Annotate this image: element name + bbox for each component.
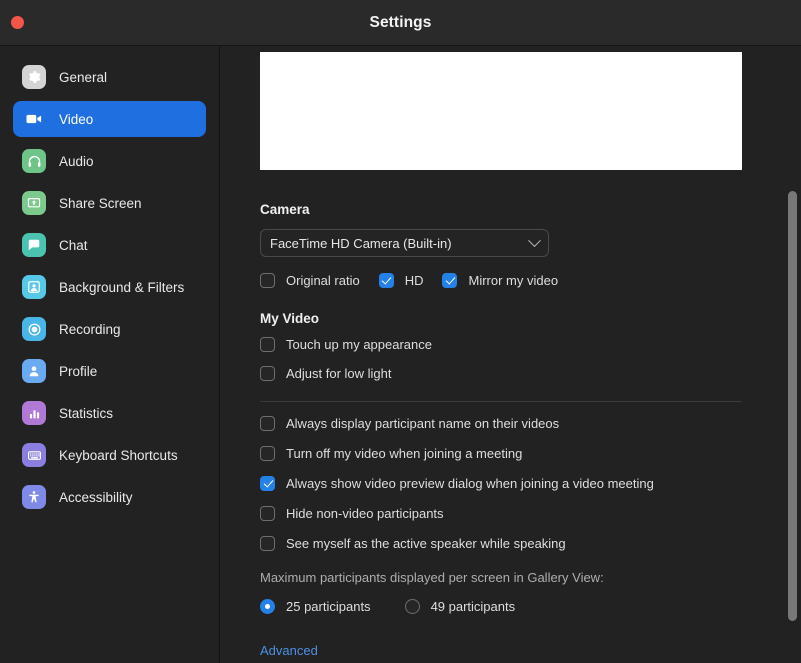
sidebar-item-label: Chat [59, 237, 88, 253]
record-icon [22, 317, 46, 341]
page-title: Settings [369, 13, 432, 31]
sidebar-item-chat[interactable]: Chat [13, 227, 206, 263]
sidebar-item-background-filters[interactable]: Background & Filters [13, 269, 206, 305]
my-video-option-checkbox[interactable]: Adjust for low light [260, 362, 801, 384]
radio-label: 49 participants [430, 598, 516, 614]
meeting-option-checkbox[interactable]: Turn off my video when joining a meeting [260, 442, 801, 464]
close-button[interactable] [11, 16, 24, 29]
gallery-participants-radio[interactable]: 49 participants [404, 595, 516, 617]
gallery-participants-radio-group: 25 participants 49 participants [260, 595, 801, 617]
gear-icon [22, 65, 46, 89]
sidebar-item-label: Background & Filters [59, 279, 185, 295]
settings-content-pane: Camera FaceTime HD Camera (Built-in) Ori… [220, 46, 801, 663]
camera-option-checkbox[interactable]: HD [378, 269, 424, 291]
checkbox-checked-icon[interactable] [442, 272, 458, 288]
sidebar-item-general[interactable]: General [13, 59, 206, 95]
background-filter-icon [22, 275, 46, 299]
checkbox-unchecked-icon[interactable] [260, 365, 275, 381]
sidebar-item-label: Keyboard Shortcuts [59, 447, 178, 463]
accessibility-icon [22, 485, 46, 509]
checkbox-checked-icon[interactable] [378, 272, 394, 288]
checkbox-label: Original ratio [286, 272, 360, 288]
checkbox-label: Adjust for low light [286, 365, 392, 381]
sidebar-item-label: Profile [59, 363, 98, 379]
person-icon [22, 359, 46, 383]
checkbox-label: Always display participant name on their… [286, 415, 560, 431]
camera-options-row: Original ratio HD Mirror my video [260, 269, 801, 291]
sidebar-item-label: Share Screen [59, 195, 142, 211]
chat-bubble-icon [22, 233, 46, 257]
my-video-options: Touch up my appearance Adjust for low lig… [260, 333, 801, 384]
video-preview [260, 52, 742, 170]
sidebar-item-accessibility[interactable]: Accessibility [13, 479, 206, 515]
scrollbar-thumb[interactable] [788, 191, 797, 621]
sidebar: General Video Audio Share Screen Chat Backgro… [0, 46, 220, 663]
meeting-option-checkbox[interactable]: Hide non-video participants [260, 502, 801, 524]
checkbox-unchecked-icon[interactable] [260, 445, 275, 461]
checkbox-label: Mirror my video [468, 272, 559, 288]
camera-device-select[interactable]: FaceTime HD Camera (Built-in) [260, 229, 549, 257]
sidebar-item-label: Recording [59, 321, 121, 337]
sidebar-item-statistics[interactable]: Statistics [13, 395, 206, 431]
sidebar-item-recording[interactable]: Recording [13, 311, 206, 347]
sidebar-item-video[interactable]: Video [13, 101, 206, 137]
gallery-view-hint: Maximum participants displayed per scree… [260, 570, 604, 585]
settings-window: Settings General Video Audio Share Screen Ch… [0, 0, 801, 663]
checkbox-unchecked-icon[interactable] [260, 535, 275, 551]
checkbox-label: Hide non-video participants [286, 505, 444, 521]
chevron-down-icon [528, 233, 541, 247]
video-camera-icon [22, 107, 46, 131]
sidebar-item-profile[interactable]: Profile [13, 353, 206, 389]
checkbox-label: Turn off my video when joining a meeting [286, 445, 523, 461]
checkbox-label: HD [404, 272, 424, 288]
camera-option-checkbox[interactable]: Mirror my video [442, 269, 558, 291]
sidebar-item-label: Video [59, 111, 94, 127]
my-video-heading: My Video [260, 311, 320, 326]
meeting-options-list: Always display participant name on their… [260, 412, 801, 554]
camera-device-value: FaceTime HD Camera (Built-in) [270, 235, 452, 251]
checkbox-unchecked-icon[interactable] [260, 272, 275, 288]
window-body: General Video Audio Share Screen Chat Backgro… [0, 46, 801, 663]
sidebar-item-label: Accessibility [59, 489, 133, 505]
camera-heading: Camera [260, 202, 310, 217]
section-divider [260, 401, 742, 402]
radio-unselected-icon[interactable] [404, 598, 420, 614]
headphones-icon [22, 149, 46, 173]
gallery-participants-radio[interactable]: 25 participants [260, 595, 371, 617]
keyboard-icon [22, 443, 46, 467]
sidebar-item-keyboard-shortcuts[interactable]: Keyboard Shortcuts [13, 437, 206, 473]
bar-chart-icon [22, 401, 46, 425]
meeting-option-checkbox[interactable]: Always display participant name on their… [260, 412, 801, 434]
radio-label: 25 participants [286, 598, 371, 614]
sidebar-item-audio[interactable]: Audio [13, 143, 206, 179]
sidebar-item-share-screen[interactable]: Share Screen [13, 185, 206, 221]
sidebar-item-label: Audio [59, 153, 94, 169]
checkbox-checked-icon[interactable] [260, 475, 275, 491]
checkbox-unchecked-icon[interactable] [260, 336, 275, 352]
camera-option-checkbox[interactable]: Original ratio [260, 269, 360, 291]
my-video-section: My Video Touch up my appearance Adjust fo… [220, 311, 801, 384]
checkbox-unchecked-icon[interactable] [260, 505, 275, 521]
sidebar-item-label: Statistics [59, 405, 114, 421]
my-video-option-checkbox[interactable]: Touch up my appearance [260, 333, 801, 355]
content-scrollbar[interactable] [787, 46, 798, 663]
sidebar-item-label: General [59, 69, 108, 85]
share-screen-icon [22, 191, 46, 215]
meeting-option-checkbox[interactable]: See myself as the active speaker while s… [260, 532, 801, 554]
checkbox-label: Always show video preview dialog when jo… [286, 475, 654, 491]
checkbox-label: Touch up my appearance [286, 336, 432, 352]
meeting-option-checkbox[interactable]: Always show video preview dialog when jo… [260, 472, 801, 494]
radio-selected-icon[interactable] [260, 598, 275, 614]
advanced-link[interactable]: Advanced [260, 643, 318, 658]
checkbox-label: See myself as the active speaker while s… [286, 535, 566, 551]
meeting-options-section: Always display participant name on their… [220, 401, 801, 660]
checkbox-unchecked-icon[interactable] [260, 415, 275, 431]
title-bar: Settings [0, 0, 801, 46]
settings-content: Camera FaceTime HD Camera (Built-in) Ori… [220, 46, 801, 660]
